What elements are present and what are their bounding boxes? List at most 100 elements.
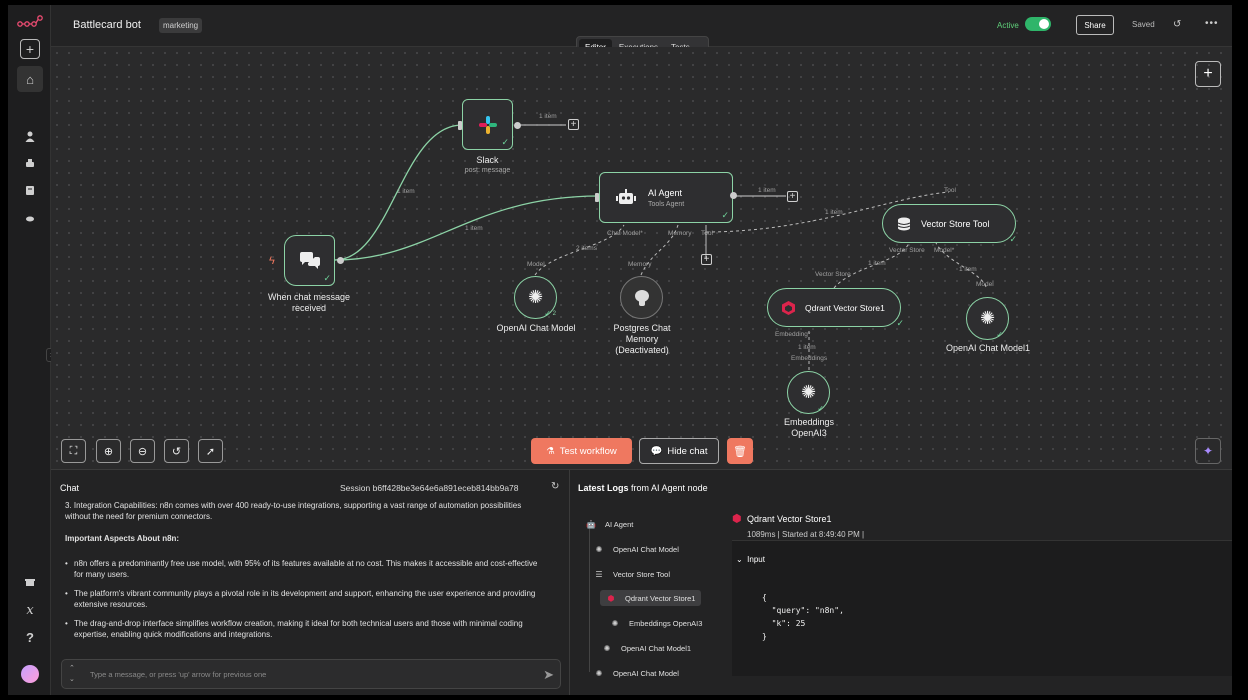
history-icon[interactable]: ↺ [1173,19,1181,30]
edge-label: 1 item [959,266,977,273]
node-slack[interactable]: ✓ [462,99,513,150]
openai-icon: ✺ [979,308,996,328]
logs-title: Latest Logs from AI Agent node [578,483,708,493]
chat-panel: Chat Session b6ff428be3e64e6a891eceb814b… [51,469,570,695]
active-toggle[interactable] [1025,17,1051,31]
port-label: Memory [668,230,692,237]
more-options-icon[interactable]: ••• [1205,18,1219,29]
message-paragraph: 3. Integration Capabilities: n8n comes w… [65,501,522,521]
test-workflow-button[interactable]: ⚗ Test workflow [531,438,632,464]
node-label: AI Agent [648,187,683,198]
chat-messages: 3. Integration Capabilities: n8n comes w… [65,500,545,648]
input-panel: ⌄ Input { "query": "n8n", "k": 25 } [732,540,1232,676]
log-tree-item[interactable]: ✺ OpenAI Chat Model1 [602,640,691,656]
input-json: { "query": "n8n", "k": 25 } [762,593,844,641]
database-icon: ☰ [595,569,603,579]
log-tree-item-selected[interactable]: ⬢ Qdrant Vector Store1 [600,590,702,606]
node-qdrant-vector-store[interactable]: Qdrant Vector Store1 ✓ [767,288,904,328]
tidy-up-button[interactable]: ➚ [198,439,223,463]
node-openai-chat-model1[interactable]: ✺ ✓ [966,297,1009,340]
avatar[interactable] [21,665,39,683]
add-node-button[interactable]: + [1195,61,1221,87]
add-node-after-slack-button[interactable]: + [568,119,579,130]
message-heading: Important Aspects About n8n: [65,534,180,543]
log-tree-item[interactable]: ✺ OpenAI Chat Model [594,541,679,557]
workflow-name[interactable]: Battlecard bot [73,19,141,31]
node-label: OpenAI Chat Model1 [945,343,1031,353]
user-icon[interactable] [17,123,43,149]
log-tree-item[interactable]: ✺ Embeddings OpenAI3 [610,615,703,631]
edge-label: 1 item [465,225,483,232]
robot-icon: 🤖 [586,519,596,529]
port-label: Vector Store [815,271,851,278]
postgres-icon [634,289,649,306]
chat-input-placeholder: Type a message, or press 'up' arrow for … [90,670,267,679]
chat-input[interactable]: ⌃ ⌄ Type a message, or press 'up' arrow f… [61,659,561,689]
cloud-icon[interactable] [17,205,43,231]
list-item: The platform's vibrant community plays a… [65,588,545,610]
delete-execution-button[interactable]: 🗑 [727,438,753,464]
workflow-canvas[interactable]: 1 item 1 item 1 item 1 item 2 items 1 it… [51,47,1232,469]
openai-icon: ✺ [603,643,611,653]
saved-status: Saved [1132,20,1155,29]
trash-icon: 🗑 [733,445,747,458]
ai-assistant-sparkle-icon[interactable]: ✦ [1195,438,1221,464]
refresh-session-icon[interactable]: ↻ [551,481,559,492]
add-tool-button[interactable]: + [701,254,712,265]
node-postgres-chat-memory[interactable] [620,276,663,319]
port-label: Model [976,281,994,288]
book-icon[interactable] [17,177,43,203]
chat-bubbles-icon [299,251,320,269]
share-button[interactable]: Share [1076,15,1114,35]
node-embeddings-openai[interactable]: ✺ ✓ [787,371,830,414]
log-node-title: Qdrant Vector Store1 [747,514,832,524]
log-node-meta: 1089ms | Started at 8:49:40 PM | [747,530,865,539]
zoom-out-button[interactable]: ⊖ [130,439,155,463]
flask-icon: ⚗ [546,445,555,457]
home-icon[interactable]: ⌂ [17,66,43,92]
n8n-logo[interactable] [17,15,43,29]
add-button[interactable]: + [20,39,40,59]
slack-icon [478,115,497,134]
fit-view-button[interactable]: ⛶ [61,439,86,463]
database-icon [897,217,911,230]
log-tree-item[interactable]: ✺ OpenAI Chat Model [594,665,679,681]
chat-icon: 💬 [650,445,663,457]
zoom-in-button[interactable]: ⊕ [96,439,121,463]
workflow-tag[interactable]: marketing [159,18,203,33]
port-label: Tool [701,230,713,237]
openai-icon: ✺ [527,287,544,307]
port-label: Tool [944,187,956,194]
node-ai-agent[interactable]: AI Agent Tools Agent ✓ [599,172,733,223]
node-chat-trigger[interactable]: ✓ [284,235,335,286]
node-label: When chat message received [267,292,351,313]
history-arrows-icon[interactable]: ⌃ ⌄ [69,663,75,685]
message-list: n8n offers a predominantly free use mode… [65,558,545,640]
node-label: Vector Store Tool [921,218,990,229]
active-label: Active [997,21,1019,30]
input-toggle[interactable]: ⌄ Input [736,555,765,564]
port-label: Embedding* [775,331,811,338]
send-icon[interactable]: ➤ [543,667,554,683]
edge-label: 1 item [868,260,886,267]
gift-icon[interactable] [17,569,43,595]
node-label: Postgres Chat Memory (Deactivated) [613,323,671,355]
templates-icon[interactable] [17,150,43,176]
logs-panel: Latest Logs from AI Agent node 🤖 AI Agent… [570,469,1232,695]
log-tree-item[interactable]: 🤖 AI Agent [586,516,633,532]
qdrant-icon: ⬢ [732,513,742,525]
log-tree-item[interactable]: ☰ Vector Store Tool [594,566,670,582]
reset-zoom-button[interactable]: ↺ [164,439,189,463]
edge-label: 1 item [758,187,776,194]
run-count-badge: 2 [552,311,556,317]
node-openai-chat-model[interactable]: ✺ ✓ 2 [514,276,557,319]
hide-chat-button[interactable]: 💬 Hide chat [639,438,719,464]
success-check-icon: ✓ [817,404,824,413]
port-label: Memory [628,261,652,268]
add-node-after-agent-button[interactable]: + [787,191,798,202]
help-icon[interactable]: ? [17,624,43,650]
success-check-icon: ✓ [896,318,904,328]
variables-icon[interactable]: x [17,597,43,623]
node-vector-store-tool[interactable]: Vector Store Tool ✓ [882,204,1017,244]
edge-label: 1 item [397,188,415,195]
